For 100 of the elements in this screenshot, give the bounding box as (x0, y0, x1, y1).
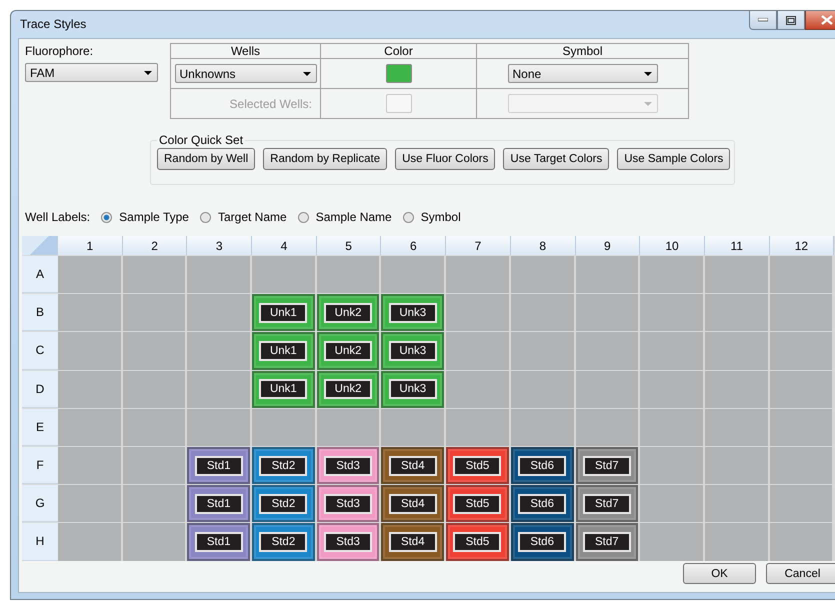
quick-set-button[interactable]: Random by Well (157, 148, 256, 170)
plate-well[interactable]: Unk2 (316, 294, 382, 332)
well-label: Std1 (194, 456, 243, 476)
plate-well[interactable]: Std6 (510, 446, 576, 484)
plate-well[interactable]: Std4 (381, 523, 446, 560)
dialog-button[interactable]: OK (683, 563, 756, 584)
column-header[interactable]: 12 (770, 236, 834, 255)
well-label: Std4 (388, 532, 437, 552)
row-header[interactable]: B (22, 294, 58, 332)
column-header[interactable]: 10 (640, 236, 705, 255)
column-header[interactable]: 1 (58, 236, 123, 255)
well-label: Unk3 (388, 379, 437, 400)
column-header[interactable]: 8 (510, 236, 576, 255)
radio-button[interactable] (101, 212, 112, 222)
plate-well[interactable]: Unk3 (381, 370, 446, 408)
caret-icon (302, 72, 310, 76)
well-label: Unk2 (324, 340, 372, 361)
plate-well[interactable]: Std3 (316, 523, 382, 560)
plate-well[interactable]: Std2 (252, 523, 317, 560)
minimize-button[interactable] (749, 11, 777, 30)
plate-well[interactable]: Unk1 (252, 332, 317, 370)
column-header[interactable]: 2 (122, 236, 188, 255)
row-header[interactable]: D (22, 370, 58, 408)
well-label: Std3 (324, 532, 372, 552)
plate-well[interactable]: Std4 (381, 446, 446, 484)
dropdown[interactable]: None (508, 64, 658, 83)
column-header[interactable]: 6 (381, 236, 446, 255)
column-header: Color (321, 44, 477, 59)
well-label: Std4 (388, 494, 437, 514)
row-header[interactable]: A (22, 256, 58, 294)
plate-well[interactable]: Std5 (446, 523, 511, 560)
plate-well[interactable]: Std7 (576, 446, 640, 484)
well-label: Unk3 (388, 302, 437, 323)
plate-well[interactable]: Std7 (576, 523, 640, 560)
fluorophore-label: Fluorophore: (25, 44, 94, 58)
well-label: Std2 (259, 532, 308, 552)
plate-well[interactable]: Std7 (576, 485, 640, 522)
plate-well[interactable]: Unk1 (252, 370, 317, 408)
dropdown[interactable]: Unknowns (174, 64, 316, 83)
column-header[interactable]: 9 (576, 236, 640, 255)
color-swatch[interactable] (386, 94, 412, 113)
field-label: Selected Wells: (230, 96, 312, 110)
row-header[interactable]: C (22, 332, 58, 370)
well-label: Std1 (194, 532, 243, 552)
plate-well[interactable]: Unk2 (316, 332, 382, 370)
plate-well[interactable]: Std3 (316, 485, 382, 522)
plate-well[interactable]: Std1 (187, 485, 252, 522)
plate-well[interactable]: Std6 (510, 523, 576, 560)
color-swatch[interactable] (386, 64, 412, 83)
quick-set-button[interactable]: Use Target Colors (503, 148, 610, 170)
well-label: Unk1 (259, 302, 308, 323)
plate-well[interactable]: Std1 (187, 523, 252, 560)
plate-well[interactable]: Unk2 (316, 370, 382, 408)
row-header[interactable]: G (22, 485, 58, 522)
dialog-button[interactable]: Cancel (766, 563, 835, 584)
column-header: Symbol (477, 44, 689, 59)
well-label: Std5 (453, 456, 502, 476)
well-label: Std7 (582, 494, 631, 514)
row-header[interactable]: H (22, 523, 58, 560)
plate-well[interactable]: Std2 (252, 485, 317, 522)
row-header[interactable]: E (22, 408, 58, 446)
dropdown[interactable]: FAM (25, 63, 158, 82)
radio-label[interactable]: Symbol (420, 210, 461, 224)
well-label: Unk1 (259, 379, 308, 400)
plate-well[interactable]: Unk3 (381, 332, 446, 370)
window-title: Trace Styles (20, 16, 86, 30)
radio-button[interactable] (402, 212, 414, 222)
column-header[interactable]: 4 (252, 236, 317, 255)
well-label: Unk2 (324, 302, 372, 323)
well-label: Std5 (453, 532, 502, 552)
maximize-button[interactable] (777, 11, 805, 30)
column-header: Wells (171, 44, 321, 59)
radio-button[interactable] (200, 212, 211, 222)
plate-well[interactable]: Std6 (510, 485, 576, 522)
quick-set-button[interactable]: Use Fluor Colors (395, 148, 496, 170)
well-label: Std3 (324, 456, 372, 476)
plate-well[interactable]: Std1 (187, 446, 252, 484)
plate-well[interactable]: Unk3 (381, 294, 446, 332)
well-label: Std6 (518, 456, 566, 476)
row-header[interactable]: F (22, 446, 58, 484)
column-header[interactable]: 7 (446, 236, 511, 255)
caret-icon (644, 72, 652, 76)
plate-well[interactable]: Unk1 (252, 294, 317, 332)
well-label: Std6 (518, 494, 566, 514)
plate-well[interactable]: Std4 (381, 485, 446, 522)
plate-well[interactable]: Std5 (446, 485, 511, 522)
column-header[interactable]: 3 (187, 236, 252, 255)
radio-button[interactable] (298, 212, 309, 222)
corner-header[interactable] (22, 236, 58, 255)
radio-label[interactable]: Sample Name (316, 210, 392, 224)
column-header[interactable]: 11 (704, 236, 770, 255)
plate-well[interactable]: Std3 (316, 446, 382, 484)
quick-set-button[interactable]: Random by Replicate (263, 148, 388, 170)
plate-well[interactable]: Std5 (446, 446, 511, 484)
radio-label[interactable]: Sample Type (119, 210, 189, 224)
well-label: Unk3 (388, 340, 437, 361)
quick-set-button[interactable]: Use Sample Colors (617, 148, 730, 170)
radio-label[interactable]: Target Name (218, 210, 287, 224)
plate-well[interactable]: Std2 (252, 446, 317, 484)
column-header[interactable]: 5 (316, 236, 382, 255)
